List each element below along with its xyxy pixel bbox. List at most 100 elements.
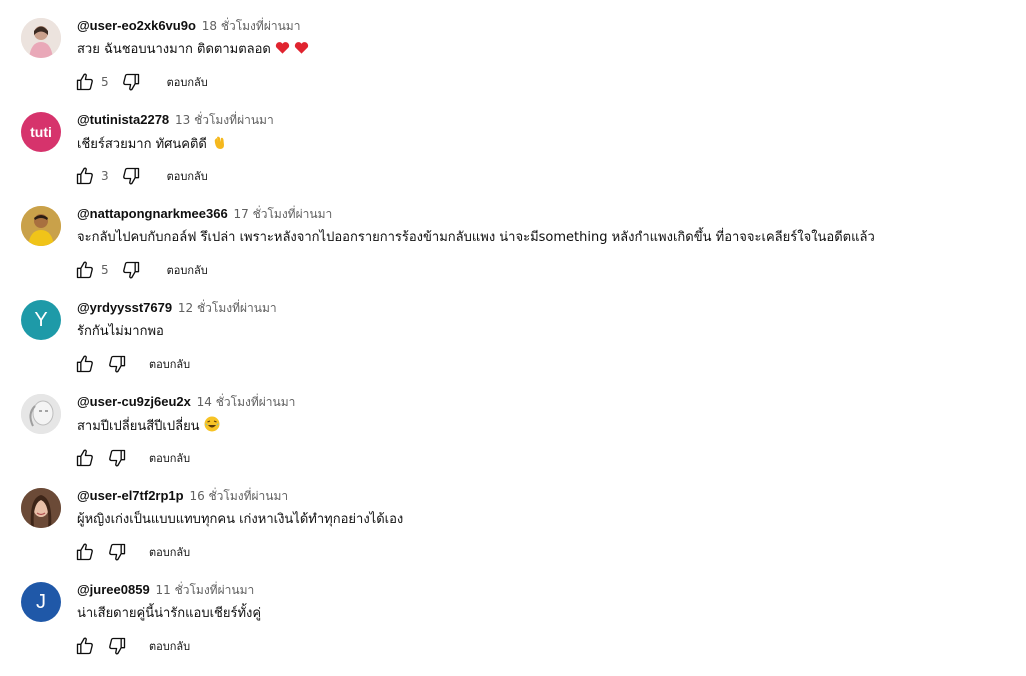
comment-actions: 5 ตอบกลับ (73, 70, 208, 94)
dislike-button[interactable] (119, 70, 143, 94)
thumbs-down-icon (109, 637, 126, 655)
reply-button[interactable]: ตอบกลับ (149, 449, 190, 467)
comment-item: J @juree0859 11 ชั่วโมงที่ผ่านมา น่าเสีย… (0, 582, 1026, 676)
avatar[interactable]: tuti (21, 112, 61, 152)
dislike-button[interactable] (119, 164, 143, 188)
like-button[interactable] (73, 634, 97, 658)
reply-button[interactable]: ตอบกลับ (149, 355, 190, 373)
comment-header: @tutinista2278 13 ชั่วโมงที่ผ่านมา (77, 111, 274, 129)
waving-hand-emoji-icon (211, 134, 227, 157)
comment-text: สวย ฉันชอบนางมาก ติดตามตลอด (77, 40, 309, 62)
like-button[interactable] (73, 352, 97, 376)
comment-author[interactable]: @user-el7tf2rp1p (77, 488, 184, 503)
comment-text: สามปีเปลี่ยนสีปีเปลี่ยน (77, 416, 220, 439)
avatar[interactable] (21, 206, 61, 246)
comment-text: รักกันไม่มากพอ (77, 322, 164, 342)
avatar[interactable] (21, 488, 61, 528)
thumbs-down-icon (122, 261, 139, 279)
thumbs-up-icon (76, 543, 93, 561)
thumbs-up-icon (76, 261, 93, 279)
reply-button[interactable]: ตอบกลับ (149, 543, 190, 561)
comment-time[interactable]: 12 ชั่วโมงที่ผ่านมา (178, 301, 277, 315)
comment-header: @user-el7tf2rp1p 16 ชั่วโมงที่ผ่านมา (77, 487, 288, 505)
comment-text-content: ผู้หญิงเก่งเป็นแบบแทบทุกคน เก่งหาเงินได้… (77, 512, 404, 527)
comment-text-content: สวย ฉันชอบนางมาก ติดตามตลอด (77, 42, 271, 57)
comment-item: @user-eo2xk6vu9o 18 ชั่วโมงที่ผ่านมา สวย… (0, 18, 1026, 112)
comment-text: ผู้หญิงเก่งเป็นแบบแทบทุกคน เก่งหาเงินได้… (77, 510, 403, 530)
reply-button[interactable]: ตอบกลับ (167, 73, 208, 91)
heart-emoji-icon (294, 41, 309, 62)
comment-text-content: เชียร์สวยมาก ทัศนคติดี (77, 137, 207, 152)
avatar-photo (21, 18, 61, 58)
comment-text-content: น่าเสียดายคู่นี้น่ารักแอบเชียร์ทั้งคู่ (77, 606, 262, 621)
comment-time[interactable]: 11 ชั่วโมงที่ผ่านมา (156, 583, 255, 597)
comment-time[interactable]: 16 ชั่วโมงที่ผ่านมา (189, 489, 288, 503)
comment-author[interactable]: @juree0859 (77, 582, 150, 597)
avatar-letter: J (36, 590, 46, 613)
comment-time[interactable]: 17 ชั่วโมงที่ผ่านมา (234, 207, 333, 221)
like-count: 3 (101, 169, 109, 183)
comment-item: tuti @tutinista2278 13 ชั่วโมงที่ผ่านมา … (0, 112, 1026, 206)
dislike-button[interactable] (105, 446, 129, 470)
comment-item: @nattapongnarkmee366 17 ชั่วโมงที่ผ่านมา… (0, 206, 1026, 300)
comment-actions: ตอบกลับ (73, 352, 190, 376)
comment-text: เชียร์สวยมาก ทัศนคติดี (77, 134, 227, 157)
avatar[interactable] (21, 18, 61, 58)
comment-item: Y @yrdyysst7679 12 ชั่วโมงที่ผ่านมา รักก… (0, 300, 1026, 394)
thumbs-down-icon (109, 543, 126, 561)
thumbs-down-icon (109, 355, 126, 373)
comment-time[interactable]: 13 ชั่วโมงที่ผ่านมา (175, 113, 274, 127)
comment-text: น่าเสียดายคู่นี้น่ารักแอบเชียร์ทั้งคู่ (77, 604, 261, 624)
thumbs-down-icon (122, 167, 139, 185)
comment-header: @user-cu9zj6eu2x 14 ชั่วโมงที่ผ่านมา (77, 393, 295, 411)
avatar-letter: Y (34, 308, 48, 331)
like-button[interactable] (73, 540, 97, 564)
dislike-button[interactable] (105, 634, 129, 658)
like-button[interactable] (73, 258, 97, 282)
like-button[interactable] (73, 164, 97, 188)
dislike-button[interactable] (105, 352, 129, 376)
comment-author[interactable]: @user-eo2xk6vu9o (77, 18, 196, 33)
avatar-photo (21, 394, 61, 434)
laughing-emoji-icon (204, 416, 220, 439)
comment-actions: 3 ตอบกลับ (73, 164, 208, 188)
comment-item: @user-cu9zj6eu2x 14 ชั่วโมงที่ผ่านมา สาม… (0, 394, 1026, 488)
comment-author[interactable]: @user-cu9zj6eu2x (77, 394, 191, 409)
comment-text: จะกลับไปคบกับกอล์ฟ รึเปล่า เพราะหลังจากไ… (77, 228, 875, 248)
heart-emoji-icon (275, 41, 290, 62)
comment-actions: ตอบกลับ (73, 540, 190, 564)
comment-actions: 5 ตอบกลับ (73, 258, 208, 282)
avatar-logo-text: tuti (30, 124, 52, 140)
comment-author[interactable]: @nattapongnarkmee366 (77, 206, 228, 221)
avatar[interactable]: Y (21, 300, 61, 340)
avatar-photo (21, 488, 61, 528)
thumbs-down-icon (122, 73, 139, 91)
comment-header: @nattapongnarkmee366 17 ชั่วโมงที่ผ่านมา (77, 205, 332, 223)
comment-text-content: จะกลับไปคบกับกอล์ฟ รึเปล่า เพราะหลังจากไ… (77, 230, 875, 245)
reply-button[interactable]: ตอบกลับ (167, 167, 208, 185)
like-button[interactable] (73, 446, 97, 470)
comment-actions: ตอบกลับ (73, 634, 190, 658)
avatar-photo (21, 206, 61, 246)
thumbs-down-icon (109, 449, 126, 467)
dislike-button[interactable] (119, 258, 143, 282)
reply-button[interactable]: ตอบกลับ (149, 637, 190, 655)
dislike-button[interactable] (105, 540, 129, 564)
thumbs-up-icon (76, 449, 93, 467)
avatar[interactable]: J (21, 582, 61, 622)
reply-button[interactable]: ตอบกลับ (167, 261, 208, 279)
comment-header: @yrdyysst7679 12 ชั่วโมงที่ผ่านมา (77, 299, 277, 317)
like-button[interactable] (73, 70, 97, 94)
comment-text-content: รักกันไม่มากพอ (77, 324, 164, 339)
comment-time[interactable]: 18 ชั่วโมงที่ผ่านมา (202, 19, 301, 33)
comment-header: @user-eo2xk6vu9o 18 ชั่วโมงที่ผ่านมา (77, 17, 300, 35)
like-count: 5 (101, 263, 109, 277)
comment-actions: ตอบกลับ (73, 446, 190, 470)
comment-time[interactable]: 14 ชั่วโมงที่ผ่านมา (197, 395, 296, 409)
thumbs-up-icon (76, 167, 93, 185)
like-count: 5 (101, 75, 109, 89)
comment-item: @user-el7tf2rp1p 16 ชั่วโมงที่ผ่านมา ผู้… (0, 488, 1026, 582)
comment-author[interactable]: @yrdyysst7679 (77, 300, 172, 315)
avatar[interactable] (21, 394, 61, 434)
comment-author[interactable]: @tutinista2278 (77, 112, 169, 127)
